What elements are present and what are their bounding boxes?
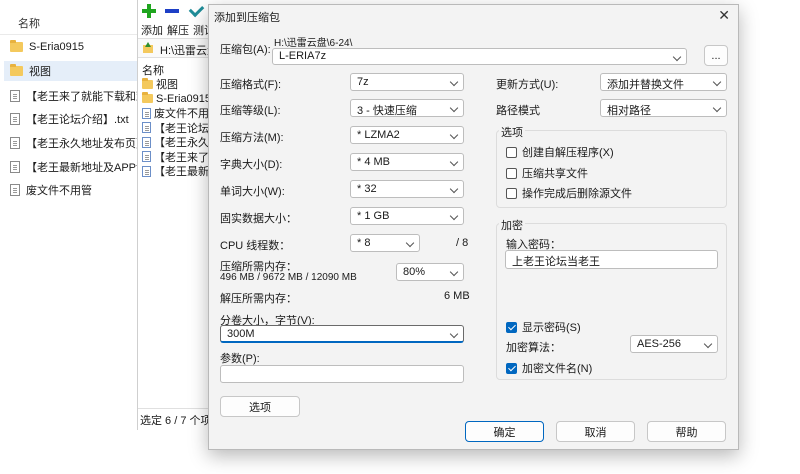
explorer-item-folder[interactable]: S-Eria0915 xyxy=(10,37,140,57)
explorer-window: 名称 S-Eria0915 视图 【老王来了就能下载和观看 【老王论坛介绍】.t… xyxy=(0,0,140,474)
delete-after-checkbox[interactable]: 操作完成后删除源文件 xyxy=(506,185,632,201)
archive-path: H:\迅雷云盘\6-24\ xyxy=(274,38,353,49)
list-item-label: 视图 xyxy=(156,79,178,92)
checkbox-box[interactable] xyxy=(506,187,517,199)
folder-icon xyxy=(142,92,153,104)
sfx-checkbox[interactable]: 创建自解压程序(X) xyxy=(506,144,614,160)
decomp-value: 6 MB xyxy=(444,290,470,302)
sfx-label: 创建自解压程序(X) xyxy=(522,147,614,159)
file-icon xyxy=(142,107,151,119)
folder-icon xyxy=(142,77,153,89)
mem-detail: 496 MB / 9672 MB / 12090 MB xyxy=(220,272,357,283)
params-label: 参数(P): xyxy=(220,353,260,365)
explorer-item-label: 【老王来了就能下载和观看 xyxy=(26,91,140,103)
add-button[interactable]: 添加 xyxy=(141,22,163,38)
decomp-label: 解压所需内存： xyxy=(220,293,297,305)
file-icon xyxy=(142,165,151,177)
explorer-item-label: 【老王最新地址及APP请发 xyxy=(26,162,140,174)
extract-icon[interactable] xyxy=(165,4,179,18)
archive-label: 压缩包(A): xyxy=(220,44,271,56)
text-file-icon xyxy=(10,90,20,102)
dialog-title: 添加到压缩包 xyxy=(214,12,280,24)
dict-label: 字典大小(D): xyxy=(220,159,283,171)
threads-total: / 8 xyxy=(456,237,469,249)
explorer-item-label: S-Eria0915 xyxy=(29,41,85,53)
folder-icon xyxy=(10,64,23,76)
show-password-checkbox[interactable]: 显示密码(S) xyxy=(506,319,581,335)
shared-label: 压缩共享文件 xyxy=(522,168,588,180)
checkbox-box[interactable] xyxy=(506,362,517,374)
checkbox-box[interactable] xyxy=(506,146,517,158)
solid-label: 固实数据大小： xyxy=(220,213,297,225)
list-item-label: S-Eria0915 xyxy=(156,92,212,105)
browse-button[interactable]: ... xyxy=(704,45,728,66)
add-to-archive-dialog: 添加到压缩包 ✕ 压缩包(A): H:\迅雷云盘\6-24\ L-ERIA7z … xyxy=(208,4,739,450)
archive-name-combo[interactable]: L-ERIA7z xyxy=(272,48,687,65)
show-password-label: 显示密码(S) xyxy=(522,322,581,334)
delete-after-label: 操作完成后删除源文件 xyxy=(522,188,632,200)
update-select[interactable]: 添加并替换文件 xyxy=(600,73,727,91)
file-icon xyxy=(142,136,151,148)
path-mode-select[interactable]: 相对路径 xyxy=(600,99,727,117)
word-select[interactable]: * 32 xyxy=(350,180,464,198)
threads-label: CPU 线程数： xyxy=(220,240,291,252)
column-header-name[interactable]: 名称 xyxy=(18,15,40,31)
extract-button[interactable]: 解压 xyxy=(167,22,189,38)
explorer-item-file[interactable]: 【老王最新地址及APP请发 xyxy=(10,157,140,177)
method-label: 压缩方法(M): xyxy=(220,132,284,144)
file-icon xyxy=(142,122,151,134)
shared-checkbox[interactable]: 压缩共享文件 xyxy=(506,165,588,181)
folder-icon xyxy=(10,40,23,52)
help-button[interactable]: 帮助 xyxy=(647,421,726,442)
options-group-title: 选项 xyxy=(499,124,525,140)
folder-up-icon[interactable] xyxy=(142,42,154,54)
add-icon[interactable] xyxy=(142,4,156,18)
explorer-item-label: 【老王永久地址发布页】.t xyxy=(26,138,140,150)
close-icon[interactable]: ✕ xyxy=(718,7,730,24)
file-icon xyxy=(142,151,151,163)
password-input[interactable]: 上老王论坛当老王 xyxy=(505,250,718,269)
enc-method-select[interactable]: AES-256 xyxy=(630,335,718,353)
explorer-item-file[interactable]: 【老王永久地址发布页】.t xyxy=(10,133,140,153)
explorer-item-folder[interactable]: 视图 xyxy=(4,61,140,81)
mem-percent-select[interactable]: 80% xyxy=(396,263,464,281)
encrypt-names-checkbox[interactable]: 加密文件名(N) xyxy=(506,360,592,376)
format-label: 压缩格式(F): xyxy=(220,79,282,91)
threads-select[interactable]: * 8 xyxy=(350,234,420,252)
enc-method-label: 加密算法： xyxy=(506,342,561,354)
ok-button[interactable]: 确定 xyxy=(465,421,544,442)
encryption-group-title: 加密 xyxy=(499,217,525,233)
checkbox-box[interactable] xyxy=(506,321,517,333)
explorer-item-file[interactable]: 【老王来了就能下载和观看 xyxy=(10,86,140,106)
explorer-item-label: 视图 xyxy=(29,66,51,78)
explorer-item-file[interactable]: 【老王论坛介绍】.txt xyxy=(10,109,140,129)
update-label: 更新方式(U): xyxy=(496,79,559,91)
cancel-button[interactable]: 取消 xyxy=(556,421,635,442)
options-button[interactable]: 选项 xyxy=(220,396,300,417)
split-size-combo[interactable]: 300M xyxy=(220,325,464,343)
text-file-icon xyxy=(10,113,20,125)
params-input[interactable] xyxy=(220,365,464,383)
dict-select[interactable]: * 4 MB xyxy=(350,153,464,171)
method-select[interactable]: * LZMA2 xyxy=(350,126,464,144)
encrypt-names-label: 加密文件名(N) xyxy=(522,363,593,375)
explorer-item-file[interactable]: 废文件不用管 xyxy=(10,180,140,200)
word-label: 单词大小(W): xyxy=(220,186,285,198)
explorer-item-label: 【老王论坛介绍】.txt xyxy=(26,114,129,126)
level-select[interactable]: 3 - 快速压缩 xyxy=(350,99,464,117)
checkbox-box[interactable] xyxy=(506,167,517,179)
solid-select[interactable]: * 1 GB xyxy=(350,207,464,225)
test-icon[interactable] xyxy=(188,4,202,18)
divider xyxy=(0,34,140,35)
path-mode-label: 路径模式 xyxy=(496,105,540,117)
text-file-icon xyxy=(10,161,20,173)
text-file-icon xyxy=(10,137,20,149)
dialog-titlebar[interactable]: 添加到压缩包 ✕ xyxy=(209,5,738,27)
level-label: 压缩等级(L): xyxy=(220,105,281,117)
text-file-icon xyxy=(10,184,20,196)
format-select[interactable]: 7z xyxy=(350,73,464,91)
explorer-item-label: 废文件不用管 xyxy=(26,185,92,197)
